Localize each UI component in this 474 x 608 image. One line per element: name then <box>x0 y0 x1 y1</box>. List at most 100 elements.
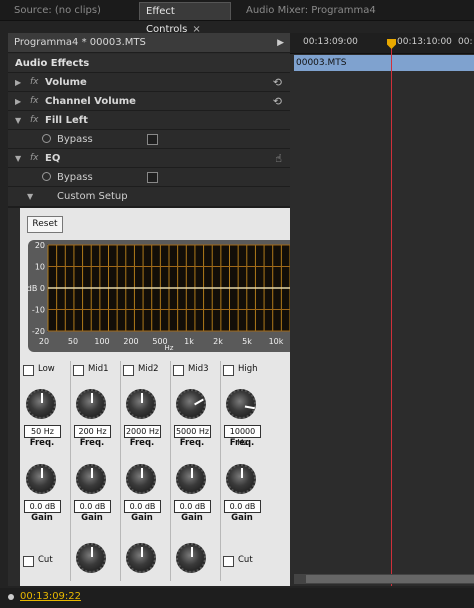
stopwatch-icon[interactable] <box>42 172 51 181</box>
effect-channel-volume-label: Channel Volume <box>45 96 136 107</box>
cut-label: Cut <box>38 555 53 565</box>
q-knob[interactable] <box>76 543 106 573</box>
gain-knob[interactable] <box>126 464 156 494</box>
band-name-label: Mid1 <box>88 364 109 374</box>
timeline-clip[interactable]: 00003.MTS <box>294 55 474 71</box>
eq-x-tick-label: 100 <box>94 337 109 346</box>
knob-indicator <box>141 468 143 478</box>
eq-y-tick-label: -10 <box>32 306 45 315</box>
tab-effect-controls[interactable]: Effect Controls × <box>139 2 231 35</box>
cut-checkbox[interactable] <box>23 556 34 567</box>
knob-indicator <box>141 547 143 557</box>
fx-icon[interactable]: fx <box>30 111 39 130</box>
knob-indicator <box>91 468 93 478</box>
gain-caption: Gain <box>181 513 203 523</box>
freq-knob[interactable] <box>126 389 156 419</box>
bypass-checkbox[interactable] <box>147 172 158 183</box>
q-knob[interactable] <box>126 543 156 573</box>
eq-y-tick-label: dB 0 <box>28 284 45 293</box>
effect-controls-panel: Programma4 * 00003.MTS ▶ Audio Effects ▶… <box>8 33 290 586</box>
gain-knob[interactable] <box>226 464 256 494</box>
freq-value-field[interactable]: 200 Hz <box>74 425 111 438</box>
scrollbar-thumb[interactable] <box>306 575 474 583</box>
band-name-label: Mid3 <box>188 364 209 374</box>
timecode-label: 00: <box>458 37 473 47</box>
freq-knob[interactable] <box>176 389 206 419</box>
tab-audio-mixer[interactable]: Audio Mixer: Programma4 <box>240 2 400 20</box>
freq-value-field[interactable]: 5000 Hz <box>174 425 211 438</box>
freq-value-field[interactable]: 50 Hz <box>24 425 61 438</box>
knob-indicator <box>194 398 204 406</box>
eq-custom-panel: Reset 20 10 dB 0 -10 -20 20 50 100 200 500 1k 2k 5k… <box>20 208 290 586</box>
bypass-label: Bypass <box>57 134 93 145</box>
eq-x-ticks: 20 50 100 200 500 1k 2k 5k 10k <box>39 337 284 346</box>
band-enable-checkbox[interactable] <box>123 365 134 376</box>
tab-source[interactable]: Source: (no clips) <box>8 2 136 20</box>
tab-audio-mixer-label: Audio Mixer: Programma4 <box>246 5 376 16</box>
effect-channel-volume[interactable]: ▶ fx Channel Volume ⟲ <box>8 92 290 111</box>
freq-knob[interactable] <box>76 389 106 419</box>
effect-fill-left[interactable]: ▼ fx Fill Left <box>8 111 290 130</box>
effect-eq-label: EQ <box>45 153 61 164</box>
tab-effect-controls-label: Effect Controls <box>146 6 188 35</box>
clip-header[interactable]: Programma4 * 00003.MTS ▶ <box>8 33 290 53</box>
expand-arrow-icon[interactable]: ▶ <box>277 33 284 53</box>
knob-indicator <box>141 393 143 403</box>
knob-indicator <box>191 547 193 557</box>
knob-indicator <box>241 468 243 478</box>
freq-knob[interactable] <box>26 389 56 419</box>
knob-indicator <box>91 393 93 403</box>
freq-caption: Freq. <box>79 438 105 448</box>
knob-indicator <box>91 547 93 557</box>
collapse-triangle-icon[interactable]: ▼ <box>27 187 33 206</box>
fx-icon[interactable]: fx <box>30 73 39 92</box>
reset-icon[interactable]: ⟲ <box>273 73 282 92</box>
gain-caption: Gain <box>231 513 253 523</box>
knob-indicator <box>244 405 255 410</box>
effect-eq[interactable]: ▼ fx EQ ☝ <box>8 149 290 168</box>
eq-y-tick-label: -20 <box>32 327 45 336</box>
bypass-checkbox[interactable] <box>147 134 158 145</box>
horizontal-scrollbar[interactable] <box>294 574 474 584</box>
gain-knob[interactable] <box>76 464 106 494</box>
effect-volume-label: Volume <box>45 77 87 88</box>
gain-value-field[interactable]: 0.0 dB <box>74 500 111 513</box>
gain-value-field[interactable]: 0.0 dB <box>174 500 211 513</box>
expand-triangle-icon[interactable]: ▶ <box>15 92 21 111</box>
time-ruler[interactable]: 00:13:09:00 00:13:10:00 00: <box>290 33 474 54</box>
gain-value-field[interactable]: 0.0 dB <box>224 500 261 513</box>
stopwatch-icon[interactable] <box>42 134 51 143</box>
gain-caption: Gain <box>81 513 103 523</box>
current-timecode[interactable]: 00:13:09:22 <box>20 591 81 602</box>
gain-knob[interactable] <box>176 464 206 494</box>
gain-value-field[interactable]: 0.0 dB <box>24 500 61 513</box>
knob-indicator <box>191 468 193 478</box>
custom-setup-row[interactable]: ▼ Custom Setup <box>8 187 290 206</box>
q-knob[interactable] <box>176 543 206 573</box>
eq-response-graph: 20 10 dB 0 -10 -20 20 50 100 200 500 1k 2k 5k 10k Hz <box>28 240 290 352</box>
expand-triangle-icon[interactable]: ▶ <box>15 73 21 92</box>
eq-x-tick-label: 50 <box>68 337 78 346</box>
reset-icon[interactable]: ⟲ <box>273 92 282 111</box>
fx-icon[interactable]: fx <box>30 92 39 111</box>
band-enable-checkbox[interactable] <box>73 365 84 376</box>
x-unit-label: Hz <box>165 344 174 352</box>
cut-checkbox[interactable] <box>223 556 234 567</box>
band-enable-checkbox[interactable] <box>173 365 184 376</box>
hand-icon[interactable]: ☝ <box>275 149 282 168</box>
gain-knob[interactable] <box>26 464 56 494</box>
freq-value-field[interactable]: 2000 Hz <box>124 425 161 438</box>
cut-label: Cut <box>238 555 253 565</box>
freq-knob[interactable] <box>226 389 256 419</box>
gain-value-field[interactable]: 0.0 dB <box>124 500 161 513</box>
fx-icon[interactable]: fx <box>30 149 39 168</box>
timecode-label: 00:13:09:00 <box>303 37 358 47</box>
effect-volume[interactable]: ▶ fx Volume ⟲ <box>8 73 290 92</box>
band-enable-checkbox[interactable] <box>23 365 34 376</box>
reset-button[interactable]: Reset <box>27 216 63 233</box>
bypass-label: Bypass <box>57 172 93 183</box>
collapse-triangle-icon[interactable]: ▼ <box>15 111 21 130</box>
band-enable-checkbox[interactable] <box>223 365 234 376</box>
freq-value-field[interactable]: 10000 Hz <box>224 425 261 447</box>
collapse-triangle-icon[interactable]: ▼ <box>15 149 21 168</box>
